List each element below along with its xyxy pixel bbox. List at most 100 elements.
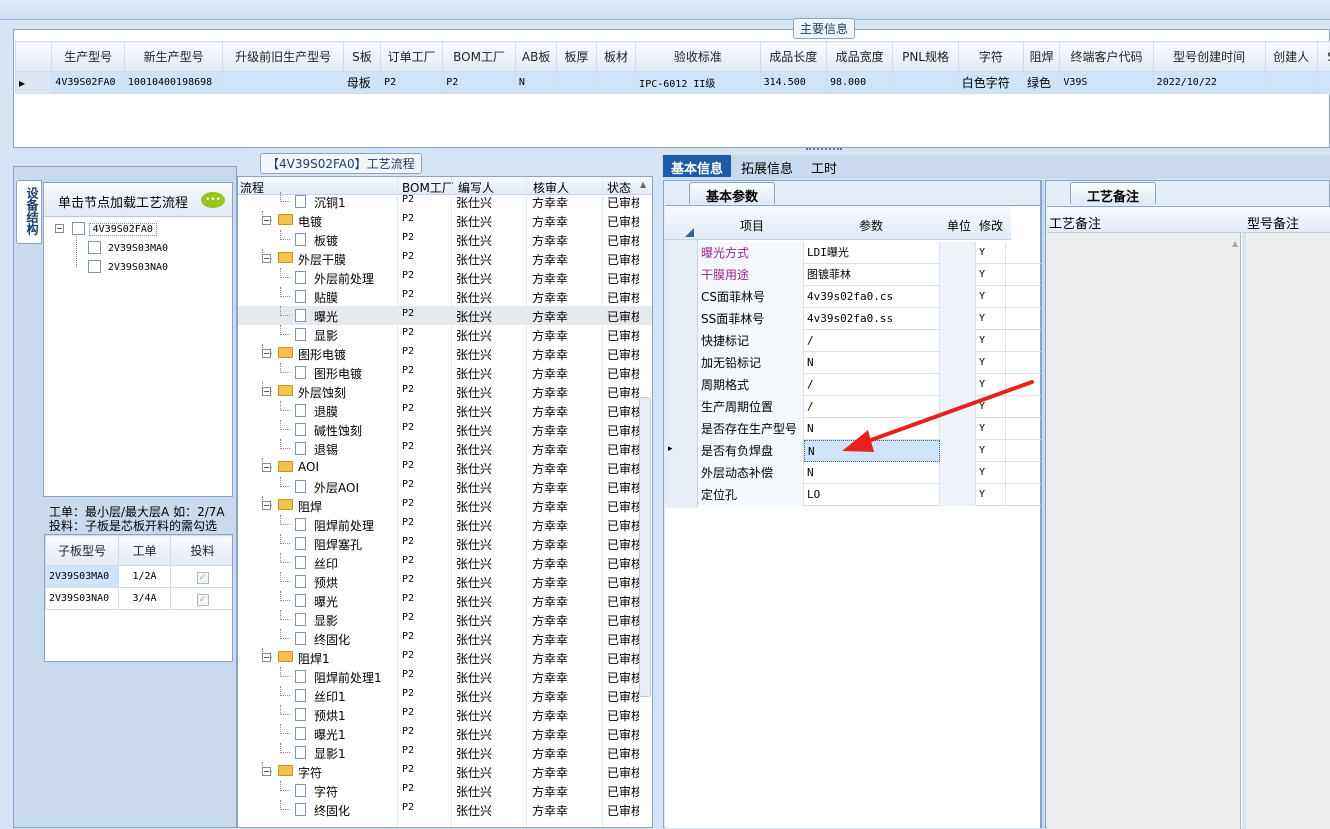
table-row[interactable]: ▸ 4V39S02FA0 10010400198698 母板 P2 P2 N I… bbox=[16, 72, 1330, 94]
cell[interactable] bbox=[1265, 72, 1317, 94]
flow-row[interactable]: 曝光P2张仕兴方幸幸已审核 bbox=[238, 306, 653, 325]
col-header[interactable]: 成品长度 bbox=[760, 42, 826, 72]
flow-step-name[interactable]: 预烘 bbox=[314, 574, 338, 591]
col-header[interactable]: 型号创建时间 bbox=[1153, 42, 1265, 72]
param-unit[interactable] bbox=[940, 308, 976, 330]
flow-step-name[interactable]: 沉铜1 bbox=[314, 194, 346, 211]
param-value[interactable]: N bbox=[804, 462, 940, 484]
flow-row[interactable]: 阻焊前处理P2张仕兴方幸幸已审核 bbox=[238, 515, 653, 534]
flow-row[interactable]: 显影P2张仕兴方幸幸已审核 bbox=[238, 610, 653, 629]
flow-row[interactable]: −AOIP2张仕兴方幸幸已审核 bbox=[238, 458, 653, 477]
col-header[interactable]: 板材 bbox=[596, 42, 635, 72]
flow-row[interactable]: 外层AOIP2张仕兴方幸幸已审核 bbox=[238, 477, 653, 496]
cell[interactable]: 母板 bbox=[343, 72, 380, 94]
flow-step-name[interactable]: 曝光1 bbox=[314, 726, 346, 743]
param-modify[interactable]: Y bbox=[976, 242, 1006, 264]
param-value[interactable]: LDI曝光 bbox=[804, 242, 940, 264]
cell[interactable]: 4V39S02FA0 bbox=[52, 72, 125, 94]
param-modify[interactable]: Y bbox=[976, 264, 1006, 286]
col-header[interactable]: 生产型号 bbox=[52, 42, 125, 72]
tab-process-remarks[interactable]: 工艺备注 bbox=[1070, 182, 1156, 204]
cell[interactable]: 3/4A bbox=[119, 588, 171, 610]
checkbox[interactable] bbox=[72, 222, 85, 235]
param-modify[interactable]: Y bbox=[976, 484, 1006, 506]
col-header[interactable]: 阻焊 bbox=[1024, 42, 1060, 72]
cell[interactable]: 2V39S03MA0 bbox=[46, 566, 119, 588]
flow-row[interactable]: −阻焊P2张仕兴方幸幸已审核 bbox=[238, 496, 653, 515]
scrollbar-thumb[interactable] bbox=[639, 397, 651, 697]
param-modify[interactable]: Y bbox=[976, 330, 1006, 352]
flow-step-name[interactable]: 板镀 bbox=[314, 232, 338, 249]
flow-row[interactable]: 显影1P2张仕兴方幸幸已审核 bbox=[238, 743, 653, 762]
cell[interactable] bbox=[223, 72, 343, 94]
flow-step-name[interactable]: 丝印1 bbox=[314, 688, 346, 705]
col-header[interactable]: 投料 bbox=[171, 536, 234, 566]
param-modify[interactable]: Y bbox=[976, 286, 1006, 308]
checkbox[interactable] bbox=[88, 260, 101, 273]
checkbox[interactable]: ✓ bbox=[197, 572, 209, 584]
cell[interactable]: 2022/10/22 bbox=[1153, 72, 1265, 94]
cell[interactable]: 2V39S03NA0 bbox=[46, 588, 119, 610]
collapse-icon[interactable]: − bbox=[262, 463, 271, 472]
param-value[interactable]: 4v39s02fa0.ss bbox=[804, 308, 940, 330]
param-row[interactable]: SS面菲林号4v39s02fa0.ssY bbox=[698, 308, 1044, 330]
flow-step-name[interactable]: 显影 bbox=[314, 612, 338, 629]
collapse-icon[interactable]: − bbox=[262, 254, 271, 263]
param-modify[interactable]: Y bbox=[976, 462, 1006, 484]
flow-step-name[interactable]: 阻焊1 bbox=[298, 650, 330, 667]
collapse-icon[interactable]: − bbox=[55, 224, 64, 233]
param-unit[interactable] bbox=[940, 462, 976, 484]
sub-board-table[interactable]: 子板型号 工单 投料 2V39S03MA0 1/2A ✓ 2V39S03NA0 … bbox=[45, 535, 233, 610]
tree-node-label[interactable]: 2V39S03NA0 bbox=[108, 262, 168, 273]
cell[interactable]: 10010400198698 bbox=[124, 72, 223, 94]
tree-node-label[interactable]: 4V39S02FA0 bbox=[89, 223, 157, 236]
flow-step-name[interactable]: 终固化 bbox=[314, 802, 350, 819]
param-unit[interactable] bbox=[940, 242, 976, 264]
flow-step-name[interactable]: 退锡 bbox=[314, 441, 338, 458]
flow-step-name[interactable]: 显影1 bbox=[314, 745, 346, 762]
flow-row[interactable]: 板镀P2张仕兴方幸幸已审核 bbox=[238, 230, 653, 249]
cell[interactable]: N bbox=[515, 72, 556, 94]
main-info-grid[interactable]: 生产型号 新生产型号 升级前旧生产型号 S板 订单工厂 BOM工厂 AB板 板厚… bbox=[15, 41, 1330, 94]
flow-row[interactable]: 预烘1P2张仕兴方幸幸已审核 bbox=[238, 705, 653, 724]
param-unit[interactable] bbox=[940, 286, 976, 308]
cell[interactable]: 314.500 bbox=[760, 72, 826, 94]
collapse-icon[interactable]: − bbox=[262, 767, 271, 776]
flow-step-name[interactable]: 外层AOI bbox=[314, 479, 359, 496]
col-header[interactable]: 终端客户代码 bbox=[1060, 42, 1153, 72]
tree-node-label[interactable]: 2V39S03MA0 bbox=[108, 243, 168, 254]
col-header[interactable]: SO bbox=[1317, 42, 1330, 72]
flow-row[interactable]: 曝光P2张仕兴方幸幸已审核 bbox=[238, 591, 653, 610]
flow-step-name[interactable]: 外层前处理 bbox=[314, 270, 374, 287]
flow-row[interactable]: 沉铜1P2张仕兴方幸幸已审核 bbox=[238, 192, 653, 211]
flow-step-name[interactable]: 丝印 bbox=[314, 555, 338, 572]
col-header[interactable]: 单位 bbox=[947, 217, 971, 234]
param-unit[interactable] bbox=[940, 264, 976, 286]
flow-row[interactable]: −图形电镀P2张仕兴方幸幸已审核 bbox=[238, 344, 653, 363]
col-header[interactable]: 成品宽度 bbox=[827, 42, 893, 72]
vertical-tab[interactable]: 设备结构 bbox=[16, 180, 42, 244]
flow-row[interactable]: 预烘P2张仕兴方幸幸已审核 bbox=[238, 572, 653, 591]
tab-basic-params[interactable]: 基本参数 bbox=[689, 182, 775, 204]
cell[interactable]: 98.000 bbox=[827, 72, 893, 94]
flow-step-name[interactable]: 终固化 bbox=[314, 631, 350, 648]
flow-step-name[interactable]: 电镀 bbox=[298, 213, 322, 230]
flow-step-name[interactable]: 字符 bbox=[298, 764, 322, 781]
cell[interactable]: P2 bbox=[443, 72, 516, 94]
flow-row[interactable]: 阻焊塞孔P2张仕兴方幸幸已审核 bbox=[238, 534, 653, 553]
flow-row[interactable]: 终固化P2张仕兴方幸幸已审核 bbox=[238, 800, 653, 819]
param-value[interactable]: / bbox=[804, 330, 940, 352]
tab-work-hours[interactable]: 工时 bbox=[803, 155, 845, 177]
flow-step-name[interactable]: 阻焊塞孔 bbox=[314, 536, 362, 553]
flow-step-name[interactable]: 阻焊前处理1 bbox=[314, 669, 382, 686]
tab-basic-info[interactable]: 基本信息 bbox=[663, 155, 731, 177]
param-row[interactable]: 外层动态补偿NY bbox=[698, 462, 1044, 484]
col-header[interactable]: 订单工厂 bbox=[381, 42, 443, 72]
checkbox[interactable]: ✓ bbox=[197, 594, 209, 606]
tab-extended-info[interactable]: 拓展信息 bbox=[733, 155, 801, 177]
col-header[interactable]: 字符 bbox=[958, 42, 1023, 72]
param-unit[interactable] bbox=[940, 484, 976, 506]
collapse-icon[interactable]: − bbox=[262, 216, 271, 225]
cell[interactable]: V39S bbox=[1060, 72, 1153, 94]
param-row[interactable]: CS面菲林号4v39s02fa0.csY bbox=[698, 286, 1044, 308]
